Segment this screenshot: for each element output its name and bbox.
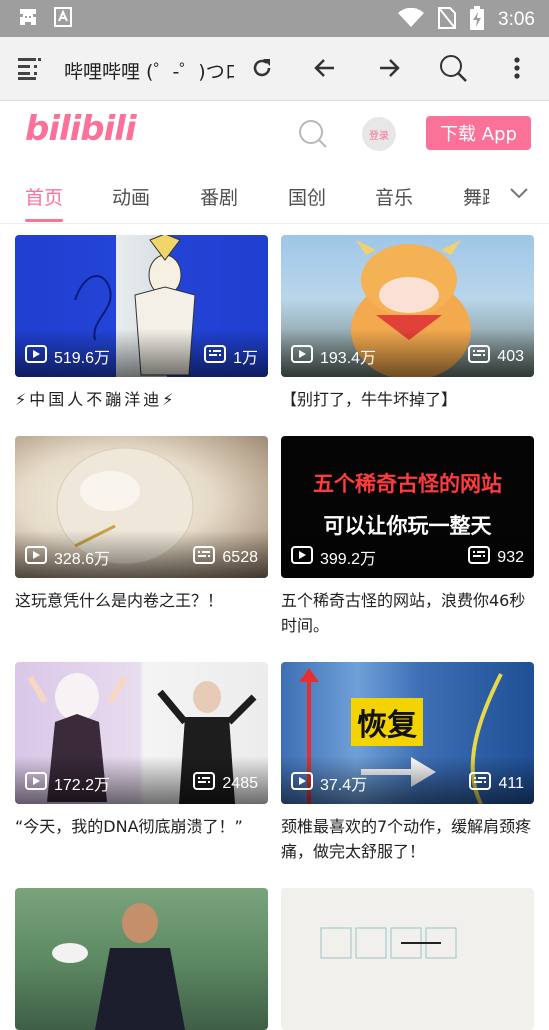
browser-toolbar: 哔哩哔哩 (゜-゜)つロ 干杯~-bilibili (0, 37, 549, 101)
video-thumbnail[interactable] (15, 888, 268, 1030)
download-app-button[interactable]: 下载 App (426, 116, 531, 150)
play-count-icon (291, 771, 313, 795)
video-title[interactable]: 颈椎最喜欢的7个动作，缓解肩颈疼痛，做完太舒服了！ (281, 814, 534, 864)
reload-icon[interactable] (247, 53, 277, 83)
play-count-icon (291, 344, 313, 368)
wifi-icon (398, 7, 425, 32)
more-icon[interactable] (502, 53, 532, 83)
danmaku-icon (204, 344, 227, 368)
video-thumbnail[interactable]: 328.6万 6528 (15, 436, 268, 578)
video-thumbnail[interactable]: 恢复 37.4万 411 (281, 662, 534, 804)
text-app-icon (54, 7, 72, 31)
play-count: 399.2万 (320, 551, 377, 568)
video-title[interactable]: ⚡中国人不蹦洋迪⚡ (15, 387, 268, 412)
back-icon[interactable] (310, 53, 340, 83)
video-card[interactable] (15, 888, 268, 1030)
video-thumbnail[interactable]: 172.2万 2485 (15, 662, 268, 804)
danmaku-count: 6528 (222, 548, 258, 566)
thumbnail-caption: 五个稀奇古怪的网站 (313, 472, 502, 496)
danmaku-icon (468, 546, 491, 569)
search-icon[interactable] (438, 53, 468, 83)
status-time: 3:06 (498, 9, 535, 30)
category-tabs: 首页 动画 番剧 国创 音乐 舞蹈 (0, 165, 549, 224)
status-bar: 3:06 (0, 0, 549, 37)
video-thumbnail[interactable] (281, 888, 534, 1030)
active-tab-indicator (25, 219, 63, 222)
battery-charging-icon (470, 6, 485, 34)
danmaku-count: 403 (497, 347, 524, 365)
tab-animation[interactable]: 动画 (112, 183, 150, 210)
thumbnail-caption: 恢复 (351, 698, 423, 746)
play-count: 193.4万 (320, 350, 377, 367)
video-card[interactable]: 193.4万 403 【别打了，牛牛坏掉了】 (281, 235, 534, 412)
video-card[interactable] (281, 888, 534, 1030)
tab-bangumi[interactable]: 番剧 (200, 183, 238, 210)
danmaku-icon (468, 345, 491, 368)
danmaku-icon (193, 546, 216, 569)
play-count: 519.6万 (54, 350, 111, 367)
ghost-icon (16, 6, 40, 32)
video-card[interactable]: 172.2万 2485 “今天，我的DNA彻底崩溃了！” (15, 662, 268, 839)
login-avatar[interactable]: 登录 (362, 117, 396, 151)
page-title[interactable]: 哔哩哔哩 (゜-゜)つロ 干杯~-bilibili (64, 57, 234, 84)
site-header: bilibili 登录 下载 App (0, 101, 549, 165)
bilibili-logo[interactable]: bilibili (25, 109, 137, 149)
play-count: 328.6万 (54, 551, 111, 568)
tab-music[interactable]: 音乐 (375, 183, 413, 210)
play-count: 37.4万 (320, 777, 368, 794)
tab-guochuang[interactable]: 国创 (288, 183, 326, 210)
video-title[interactable]: 五个稀奇古怪的网站，浪费你46秒时间。 (281, 588, 534, 638)
danmaku-icon (469, 772, 492, 795)
play-count: 172.2万 (54, 777, 111, 794)
play-count-icon (25, 771, 47, 795)
play-count-icon (291, 545, 313, 569)
danmaku-count: 2485 (222, 774, 258, 792)
play-count-icon (25, 545, 47, 569)
danmaku-icon (193, 772, 216, 795)
video-card[interactable]: 恢复 37.4万 411 颈椎最喜欢的7个动作，缓解肩颈疼痛，做完太舒服了！ (281, 662, 534, 864)
video-thumbnail[interactable]: 五个稀奇古怪的网站 可以让你玩一整天 399.2万 932 (281, 436, 534, 578)
video-card[interactable]: 328.6万 6528 这玩意凭什么是内卷之王？！ (15, 436, 268, 613)
video-thumbnail[interactable]: 519.6万 1万 (15, 235, 268, 377)
chevron-down-icon[interactable] (509, 185, 529, 204)
site-search-button[interactable] (297, 118, 329, 150)
danmaku-count: 1万 (233, 350, 258, 367)
play-count-icon (25, 344, 47, 368)
video-title[interactable]: 这玩意凭什么是内卷之王？！ (15, 588, 268, 613)
tabs-menu-icon[interactable] (16, 53, 46, 83)
video-title[interactable]: 【别打了，牛牛坏掉了】 (281, 387, 534, 412)
video-card[interactable]: 519.6万 1万 ⚡中国人不蹦洋迪⚡ (15, 235, 268, 412)
video-thumbnail[interactable]: 193.4万 403 (281, 235, 534, 377)
video-title[interactable]: “今天，我的DNA彻底崩溃了！” (15, 814, 268, 839)
forward-icon[interactable] (374, 53, 404, 83)
danmaku-count: 932 (497, 548, 524, 566)
danmaku-count: 411 (498, 774, 524, 792)
video-card[interactable]: 五个稀奇古怪的网站 可以让你玩一整天 399.2万 932 五个稀奇古怪的网站，… (281, 436, 534, 638)
tab-home[interactable]: 首页 (25, 183, 63, 210)
no-sim-icon (438, 7, 457, 33)
